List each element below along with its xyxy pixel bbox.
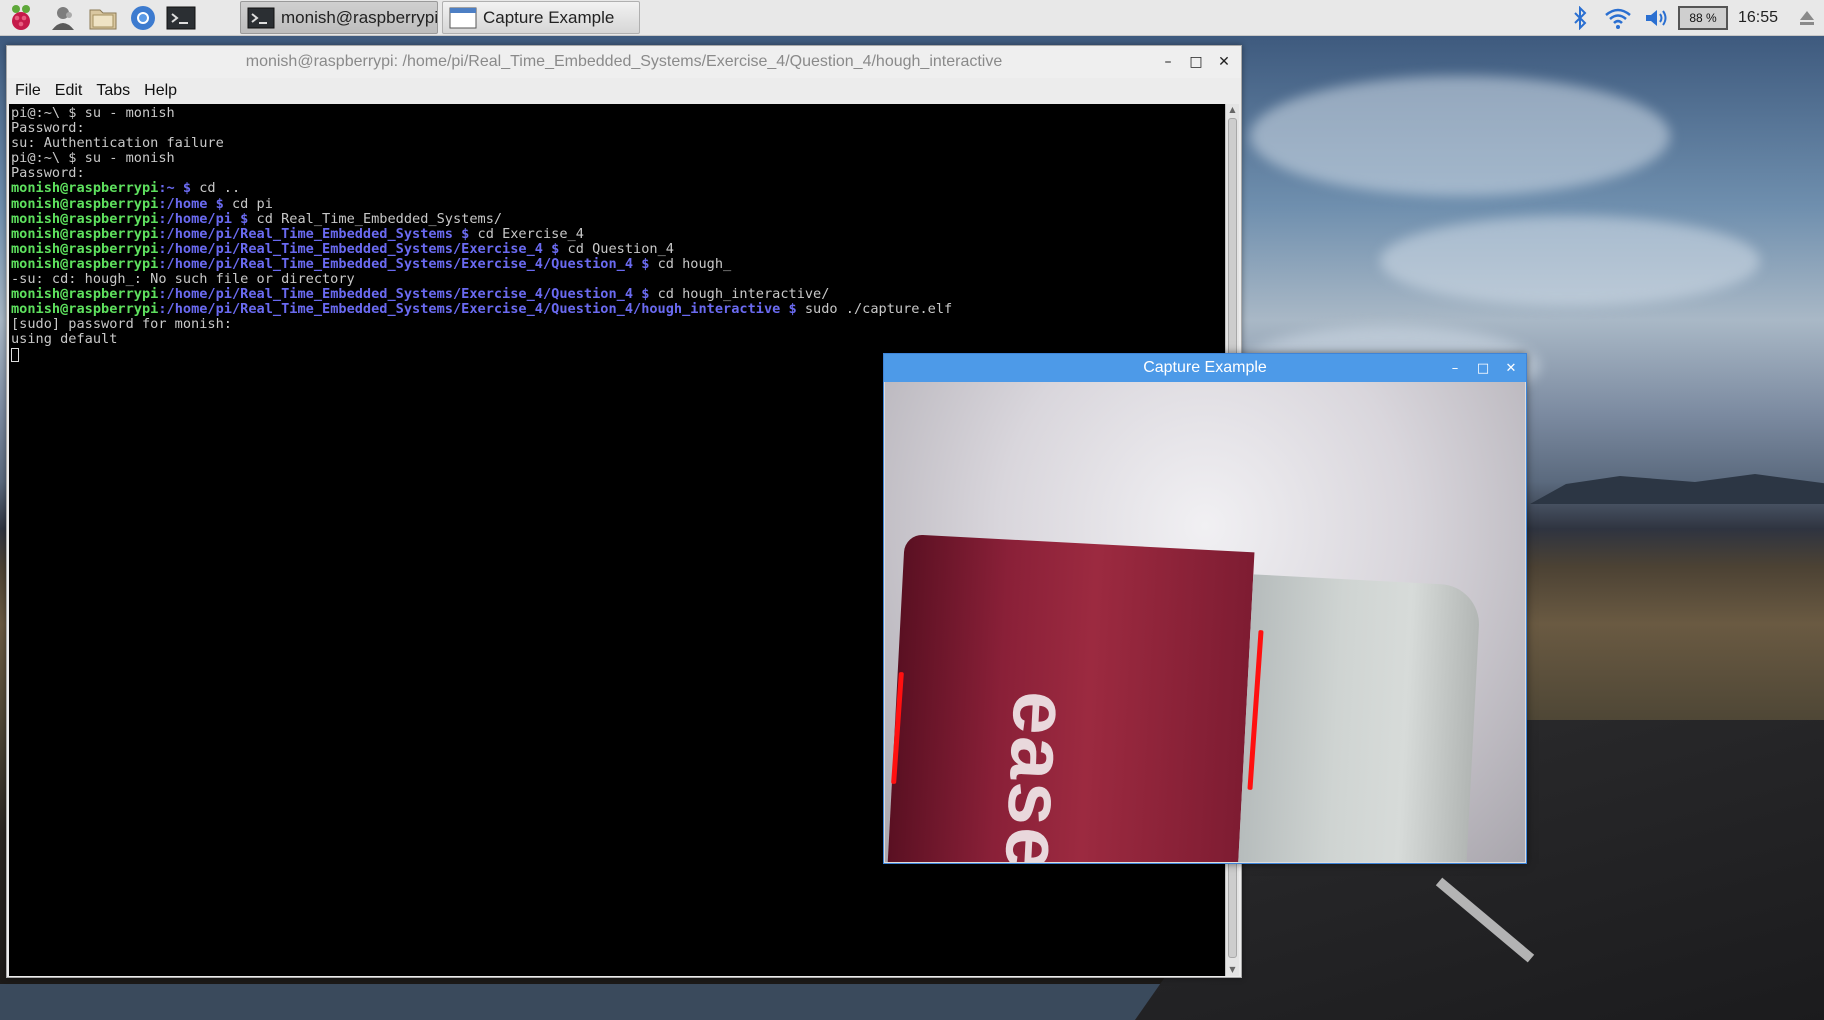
- terminal-minimize-button[interactable]: –: [1161, 54, 1175, 70]
- terminal-maximize-button[interactable]: □: [1189, 54, 1203, 70]
- terminal-text-segment: :/home/pi $: [158, 210, 257, 227]
- terminal-text-segment: Password:: [11, 120, 85, 137]
- terminal-text-segment: [sudo] password for monish:: [11, 316, 232, 333]
- users-icon[interactable]: [48, 3, 78, 33]
- taskbar-capture-label: Capture Example: [483, 7, 615, 27]
- terminal-line: -su: cd: hough_: No such file or directo…: [11, 271, 1225, 288]
- chromium-browser-icon[interactable]: [128, 3, 158, 33]
- volume-icon[interactable]: [1644, 0, 1670, 36]
- taskbar-terminal-label: monish@raspberrypi:...: [281, 7, 438, 27]
- raspberry-menu-icon[interactable]: [6, 3, 36, 33]
- terminal-titlebar[interactable]: monish@raspberrypi: /home/pi/Real_Time_E…: [7, 46, 1241, 78]
- terminal-text-segment: cd Real_Time_Embedded_Systems/: [256, 210, 503, 227]
- terminal-text-segment: cd Exercise_4: [477, 225, 584, 242]
- terminal-menubar: File Edit Tabs Help: [7, 78, 1241, 104]
- terminal-line: monish@raspberrypi:/home/pi $ cd Real_Ti…: [11, 210, 1225, 227]
- cylinder-label-text: ease: [988, 689, 1086, 862]
- terminal-text-segment: :/home $: [158, 195, 232, 212]
- menu-help[interactable]: Help: [144, 82, 177, 100]
- capture-maximize-button[interactable]: □: [1476, 361, 1490, 376]
- terminal-text-segment: sudo ./capture.elf: [804, 301, 953, 318]
- terminal-launcher-icon[interactable]: [166, 3, 196, 33]
- taskbar: monish@raspberrypi:... Capture Example 8…: [0, 0, 1824, 36]
- terminal-line: monish@raspberrypi:/home/pi/Real_Time_Em…: [11, 302, 1225, 317]
- terminal-text-segment: monish@raspberrypi: [11, 210, 159, 227]
- terminal-text-segment: monish@raspberrypi: [11, 195, 159, 212]
- terminal-text-segment: cd Question_4: [567, 240, 674, 257]
- capture-titlebar[interactable]: Capture Example – □ ✕: [884, 354, 1526, 382]
- terminal-text-segment: monish@raspberrypi: [11, 286, 159, 303]
- cloud: [1380, 216, 1760, 306]
- mountain-ridge: [1530, 474, 1824, 504]
- terminal-close-button[interactable]: ✕: [1217, 54, 1231, 70]
- terminal-text-segment: using default: [11, 331, 118, 348]
- terminal-text-segment: pi@:~\ $ su - monish: [11, 150, 175, 167]
- terminal-text-segment: cd pi: [232, 195, 273, 212]
- capture-window[interactable]: Capture Example – □ ✕ ease: [883, 353, 1527, 864]
- terminal-text-segment: monish@raspberrypi: [11, 240, 159, 257]
- terminal-line: pi@:~\ $ su - monish: [11, 151, 1225, 166]
- bluetooth-icon[interactable]: [1572, 0, 1588, 36]
- terminal-line: su: Authentication failure: [11, 136, 1225, 151]
- taskbar-terminal-button[interactable]: monish@raspberrypi:...: [240, 1, 438, 34]
- terminal-title: monish@raspberrypi: /home/pi/Real_Time_E…: [245, 53, 1003, 70]
- camera-frame: ease: [885, 382, 1525, 862]
- terminal-text-segment: monish@raspberrypi: [11, 225, 159, 242]
- scroll-down-arrow[interactable]: ▼: [1226, 964, 1239, 976]
- terminal-line: [sudo] password for monish:: [11, 317, 1225, 332]
- terminal-text-segment: pi@:~\ $ su - monish: [11, 105, 175, 121]
- terminal-line: monish@raspberrypi:/home $ cd pi: [11, 195, 1225, 212]
- menu-file[interactable]: File: [15, 82, 41, 100]
- window-icon: [449, 7, 477, 28]
- terminal-text-segment: monish@raspberrypi: [11, 301, 159, 318]
- terminal-text-segment: cd hough_interactive/: [657, 286, 830, 303]
- terminal-text-segment: cd ..: [199, 180, 241, 197]
- capture-minimize-button[interactable]: –: [1448, 361, 1462, 376]
- terminal-line: monish@raspberrypi:/home/pi/Real_Time_Em…: [11, 287, 1225, 302]
- terminal-text-segment: -su: cd: hough_: No such file or directo…: [11, 271, 355, 288]
- menu-edit[interactable]: Edit: [55, 82, 83, 100]
- terminal-line: using default: [11, 332, 1225, 347]
- battery-indicator[interactable]: 88 %: [1678, 6, 1728, 30]
- terminal-text-segment: :/home/pi/Real_Time_Embedded_Systems/Exe…: [158, 301, 805, 318]
- terminal-lines: pi@:~\ $ su - monish Password: su: Authent…: [9, 104, 1225, 363]
- terminal-icon: [247, 7, 275, 28]
- capture-close-button[interactable]: ✕: [1504, 361, 1518, 376]
- cylinder-white-cap: [1236, 574, 1482, 862]
- cylinder-object: ease: [885, 532, 1484, 862]
- terminal-text-segment: :/home/pi/Real_Time_Embedded_Systems/Exe…: [158, 240, 568, 257]
- eject-icon[interactable]: [1798, 0, 1816, 36]
- terminal-text-segment: su: Authentication failure: [11, 135, 224, 152]
- terminal-line: monish@raspberrypi:/home/pi/Real_Time_Em…: [11, 255, 1225, 272]
- terminal-line: Password:: [11, 166, 1225, 181]
- terminal-text-segment: :/home/pi/Real_Time_Embedded_Systems/Exe…: [158, 286, 658, 303]
- cloud: [1250, 76, 1670, 196]
- terminal-line: Password:: [11, 121, 1225, 136]
- terminal-text-segment: :~ $: [158, 180, 200, 197]
- terminal-text-segment: :/home/pi/Real_Time_Embedded_Systems $: [158, 225, 478, 242]
- scroll-up-arrow[interactable]: ▲: [1226, 104, 1239, 116]
- terminal-text-segment: :/home/pi/Real_Time_Embedded_Systems/Exe…: [158, 255, 658, 272]
- terminal-text-segment: Password:: [11, 165, 85, 182]
- terminal-line: monish@raspberrypi:~ $ cd ..: [11, 181, 1225, 196]
- terminal-line: monish@raspberrypi:/home/pi/Real_Time_Em…: [11, 240, 1225, 257]
- terminal-cursor: [11, 347, 19, 362]
- taskbar-capture-button[interactable]: Capture Example: [442, 1, 640, 34]
- menu-tabs[interactable]: Tabs: [96, 82, 130, 100]
- terminal-text-segment: monish@raspberrypi: [11, 255, 159, 272]
- file-manager-icon[interactable]: [88, 3, 118, 33]
- terminal-line: monish@raspberrypi:/home/pi/Real_Time_Em…: [11, 225, 1225, 242]
- terminal-text-segment: cd hough_: [657, 255, 732, 272]
- clock[interactable]: 16:55: [1738, 0, 1778, 36]
- capture-title: Capture Example: [1143, 359, 1267, 376]
- terminal-line: pi@:~\ $ su - monish: [11, 105, 1225, 121]
- wifi-icon[interactable]: [1604, 0, 1632, 36]
- terminal-text-segment: monish@raspberrypi: [11, 180, 159, 197]
